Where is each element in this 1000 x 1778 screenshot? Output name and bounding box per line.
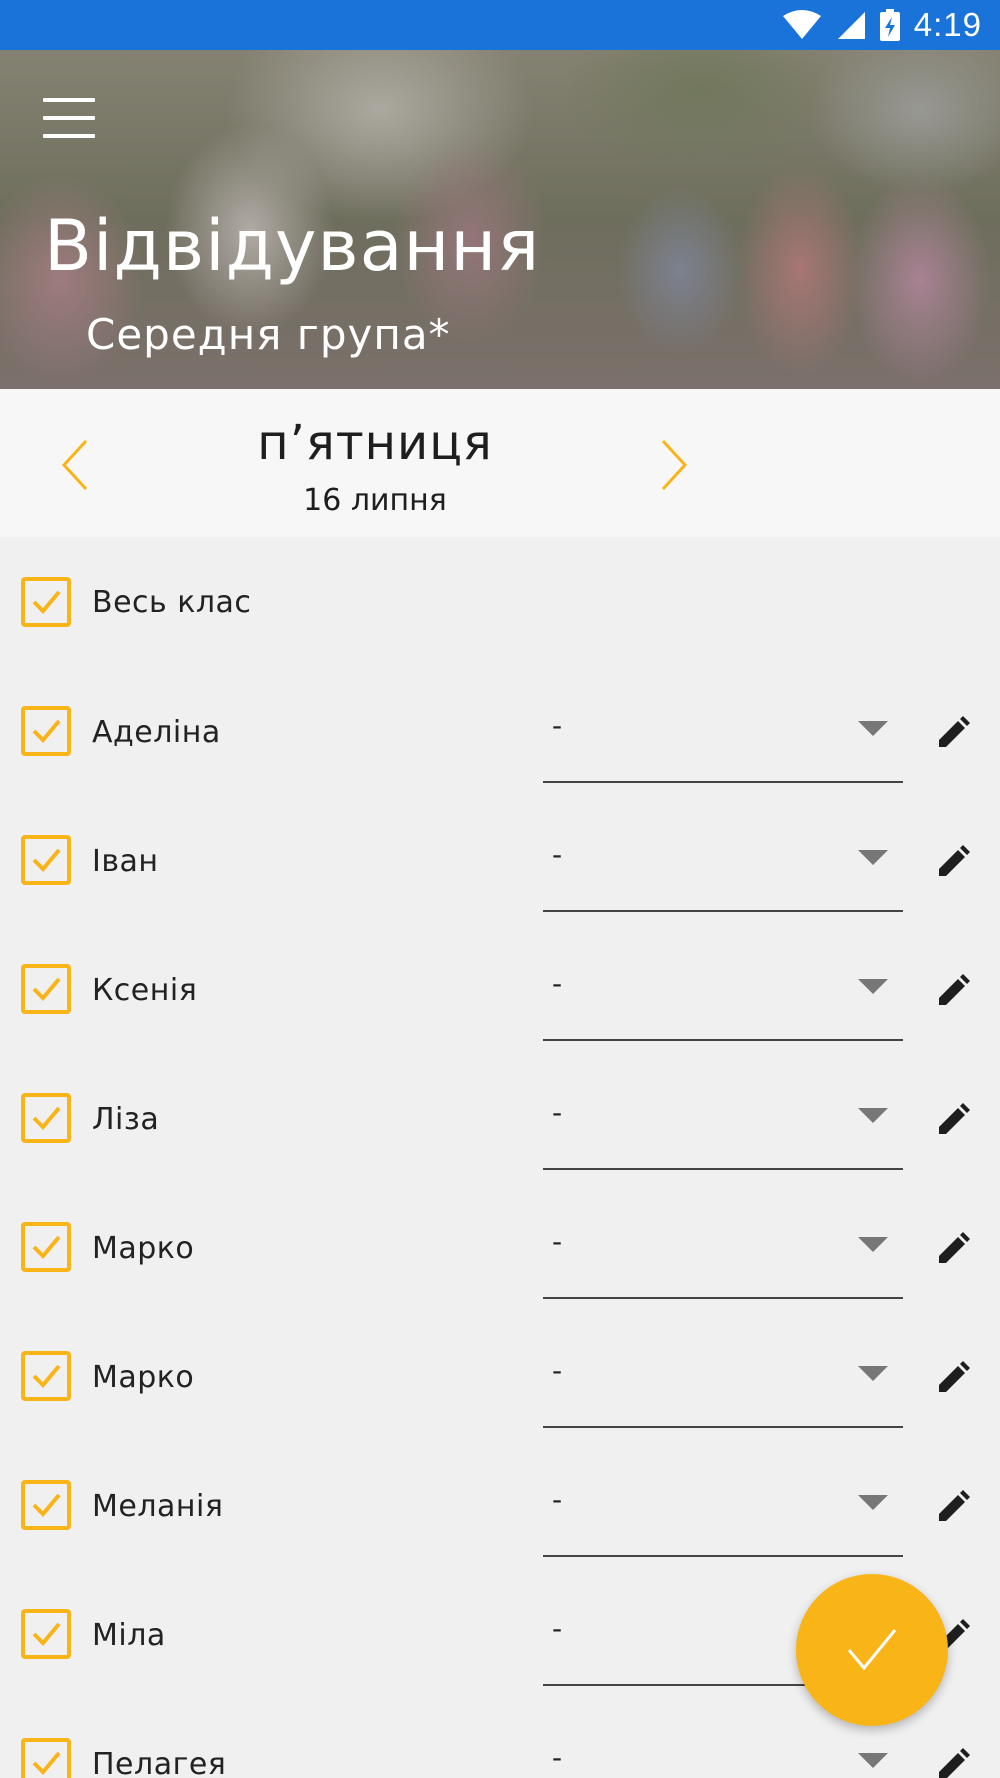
wifi-icon: [782, 10, 821, 39]
student-checkbox[interactable]: [21, 1093, 71, 1143]
student-checkbox[interactable]: [21, 1480, 71, 1530]
student-checkbox[interactable]: [21, 835, 71, 885]
dropdown-caret-icon: [858, 1753, 888, 1768]
pencil-icon[interactable]: [936, 716, 970, 750]
check-icon: [32, 1622, 61, 1646]
dropdown-caret-icon: [858, 1237, 888, 1252]
attendance-status-select[interactable]: -: [543, 949, 903, 1041]
student-name: Меланія: [92, 1489, 224, 1524]
attendance-status-select[interactable]: -: [543, 691, 903, 783]
attendance-status-select[interactable]: -: [543, 1078, 903, 1170]
student-checkbox[interactable]: [21, 1222, 71, 1272]
check-icon: [847, 1629, 897, 1671]
attendance-status-value: -: [552, 1096, 563, 1129]
attendance-status-select[interactable]: -: [543, 1207, 903, 1299]
cell-signal-icon: [837, 12, 865, 39]
check-icon: [32, 1751, 61, 1775]
select-all-checkbox[interactable]: [21, 577, 71, 627]
student-checkbox[interactable]: [21, 964, 71, 1014]
attendance-status-value: -: [552, 1612, 563, 1645]
attendance-status-value: -: [552, 1225, 563, 1258]
student-checkbox[interactable]: [21, 706, 71, 756]
check-icon: [32, 1364, 61, 1388]
group-subtitle[interactable]: Середня група*: [86, 310, 451, 359]
student-checkbox[interactable]: [21, 1351, 71, 1401]
student-name: Пелагея: [92, 1747, 227, 1778]
chevron-left-icon[interactable]: [58, 437, 98, 493]
pencil-icon[interactable]: [936, 1748, 970, 1778]
pencil-icon[interactable]: [936, 1232, 970, 1266]
dropdown-caret-icon: [858, 979, 888, 994]
student-checkbox[interactable]: [21, 1738, 71, 1778]
student-name: Ксенія: [92, 973, 198, 1008]
pencil-icon[interactable]: [936, 1103, 970, 1137]
header-banner: Відвідування Середня група*: [0, 50, 1000, 389]
attendance-status-select[interactable]: -: [543, 1723, 903, 1778]
check-icon: [32, 1493, 61, 1517]
dropdown-caret-icon: [858, 1495, 888, 1510]
attendance-status-value: -: [552, 967, 563, 1000]
confirm-button[interactable]: [796, 1574, 948, 1726]
pencil-icon[interactable]: [936, 974, 970, 1008]
student-name: Міла: [92, 1618, 166, 1653]
check-icon: [32, 1235, 61, 1259]
pencil-icon[interactable]: [936, 1490, 970, 1524]
student-checkbox[interactable]: [21, 1609, 71, 1659]
dropdown-caret-icon: [858, 721, 888, 736]
attendance-status-select[interactable]: -: [543, 820, 903, 912]
pencil-icon[interactable]: [936, 1361, 970, 1395]
battery-charging-icon: [879, 9, 900, 41]
page-title: Відвідування: [44, 205, 541, 287]
attendance-status-value: -: [552, 1741, 563, 1774]
status-bar: 4:19: [0, 0, 1000, 50]
pencil-icon[interactable]: [936, 845, 970, 879]
day-name: п’ятниця: [257, 415, 493, 471]
check-icon: [32, 1106, 61, 1130]
chevron-right-icon[interactable]: [655, 437, 695, 493]
attendance-status-select[interactable]: -: [543, 1465, 903, 1557]
student-name: Марко: [92, 1231, 195, 1266]
check-icon: [32, 719, 61, 743]
attendance-status-select[interactable]: -: [543, 1336, 903, 1428]
dropdown-caret-icon: [858, 850, 888, 865]
check-icon: [32, 590, 61, 614]
attendance-status-value: -: [552, 1483, 563, 1516]
student-name: Марко: [92, 1360, 195, 1395]
menu-icon[interactable]: [43, 98, 95, 138]
student-name: Аделіна: [92, 715, 221, 750]
student-name: Іван: [92, 844, 159, 879]
dropdown-caret-icon: [858, 1366, 888, 1381]
status-time: 4:19: [913, 6, 982, 43]
check-icon: [32, 977, 61, 1001]
student-name: Ліза: [92, 1102, 160, 1137]
attendance-status-value: -: [552, 1354, 563, 1387]
attendance-status-value: -: [552, 838, 563, 871]
date-navigator: п’ятниця 16 липня: [0, 389, 1000, 537]
check-icon: [32, 848, 61, 872]
day-date: 16 липня: [303, 483, 447, 518]
dropdown-caret-icon: [858, 1108, 888, 1123]
select-all-label: Весь клас: [92, 585, 252, 620]
attendance-status-value: -: [552, 709, 563, 742]
